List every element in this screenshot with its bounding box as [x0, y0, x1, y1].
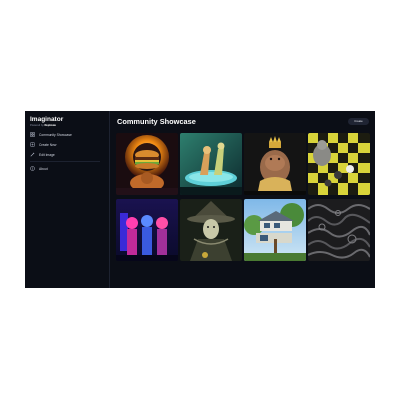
app-window: Imaginator Powered by Replicate Communit…	[25, 111, 375, 288]
gallery-image-neon-figures[interactable]	[116, 199, 178, 261]
sidebar-item-label: About	[39, 166, 48, 171]
sidebar-item-label: Edit Image	[39, 152, 55, 157]
grid-icon	[30, 132, 35, 137]
gallery-image-wizard-witch[interactable]	[180, 199, 242, 261]
wand-icon	[30, 152, 35, 157]
brand: Imaginator Powered by Replicate	[30, 116, 63, 127]
gallery-image-burger-portal[interactable]	[116, 133, 178, 195]
app-tagline: Powered by Replicate	[30, 124, 63, 127]
tagline-brand[interactable]: Replicate	[44, 124, 56, 127]
gallery-image-figures-on-stage[interactable]	[180, 133, 242, 195]
tagline-prefix: Powered by	[30, 124, 44, 127]
create-button[interactable]: Create	[348, 118, 369, 125]
app-name: Imaginator	[30, 116, 64, 123]
gallery-image-crowned-capybara[interactable]	[244, 133, 306, 195]
gallery-image-treehouse[interactable]	[244, 199, 306, 261]
info-icon	[30, 166, 35, 171]
sidebar-item-edit-image[interactable]: Edit Image	[30, 151, 104, 158]
gallery-image-chessboard-cat[interactable]	[308, 133, 370, 195]
sidebar-item-label: Create New	[39, 142, 57, 147]
sidebar-item-label: Community Showcase	[39, 132, 72, 137]
sidebar-item-create-new[interactable]: Create New	[30, 141, 104, 148]
gallery-grid	[116, 133, 370, 263]
sidebar-item-community-showcase[interactable]: Community Showcase	[30, 131, 104, 138]
page-title: Community Showcase	[117, 117, 196, 126]
sidebar-divider	[30, 161, 100, 162]
plus-square-icon	[30, 142, 35, 147]
sidebar-item-about[interactable]: About	[30, 165, 104, 172]
sidebar: Imaginator Powered by Replicate Communit…	[25, 111, 110, 288]
gallery-image-dark-pattern[interactable]	[308, 199, 370, 261]
